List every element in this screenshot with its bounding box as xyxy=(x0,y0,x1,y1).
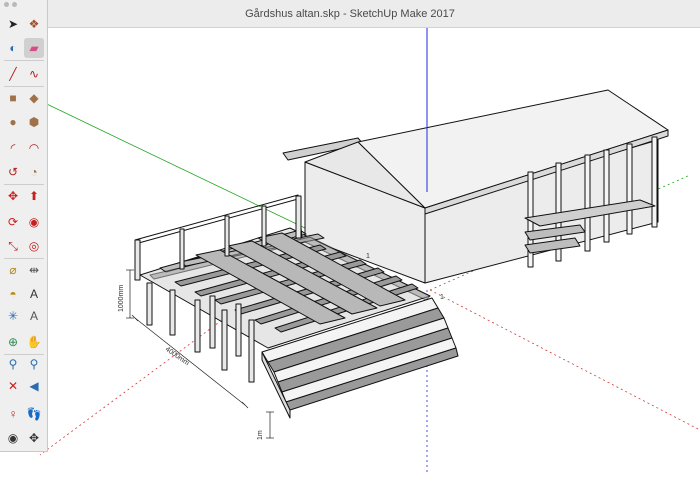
pie-tool-icon[interactable]: ◔ xyxy=(24,162,44,182)
walk-tool-icon[interactable]: 👣 xyxy=(24,404,44,424)
position-camera-icon[interactable]: ♀ xyxy=(3,404,23,424)
window-titlebar[interactable]: Gårdshus altan.skp - SketchUp Make 2017 xyxy=(0,0,700,28)
text-tool-icon[interactable]: A xyxy=(24,284,44,304)
protractor-icon[interactable]: ◓ xyxy=(3,284,23,304)
zoom-window-icon[interactable]: ⚲ xyxy=(24,354,44,374)
zoom-tool-icon[interactable]: ⚲ xyxy=(3,354,23,374)
dimension-tag-2: 1 xyxy=(440,294,444,301)
palette-separator xyxy=(4,184,44,185)
paint-bucket-icon[interactable]: ◐ xyxy=(3,38,23,58)
rotated-rectangle-icon[interactable]: ◆ xyxy=(24,88,44,108)
3d-text-icon[interactable]: A xyxy=(24,306,44,326)
two-point-arc-icon[interactable]: ◠ xyxy=(24,138,44,158)
palette-separator xyxy=(4,60,44,61)
section-plane-icon[interactable]: ✥ xyxy=(24,428,44,448)
dimension-height-label: 1000mm xyxy=(118,285,125,312)
green-axis xyxy=(27,94,331,241)
make-component-icon[interactable]: ❖ xyxy=(24,14,44,34)
minimize-dot[interactable] xyxy=(12,2,17,7)
line-tool-icon[interactable]: ╱ xyxy=(3,64,23,84)
rectangle-tool-icon[interactable]: ■ xyxy=(3,88,23,108)
move-tool-icon[interactable]: ✥ xyxy=(3,186,23,206)
circle-tool-icon[interactable]: ● xyxy=(3,112,23,132)
dimension-tag-1: 1 xyxy=(366,253,370,260)
select-tool-icon[interactable]: ➤ xyxy=(3,14,23,34)
previous-view-icon[interactable]: ◀ xyxy=(24,376,44,396)
palette-titlebar[interactable] xyxy=(2,2,44,8)
eraser-icon[interactable]: ▰ xyxy=(24,38,44,58)
push-pull-icon[interactable]: ⬆ xyxy=(24,186,44,206)
palette-separator xyxy=(4,354,44,355)
three-point-arc-icon[interactable]: ↺ xyxy=(3,162,23,182)
tape-measure-icon[interactable]: ⌀ xyxy=(3,260,23,280)
window-title: Gårdshus altan.skp - SketchUp Make 2017 xyxy=(245,8,455,20)
pan-tool-icon[interactable]: ✋ xyxy=(24,332,44,352)
look-around-icon[interactable]: ◉ xyxy=(3,428,23,448)
palette-separator xyxy=(4,258,44,259)
offset-tool-icon[interactable]: ◎ xyxy=(24,236,44,256)
arc-tool-icon[interactable]: ◜ xyxy=(3,138,23,158)
dimension-tool-icon[interactable]: ⇹ xyxy=(24,260,44,280)
zoom-extents-icon[interactable]: ✕ xyxy=(3,376,23,396)
polygon-tool-icon[interactable]: ⬢ xyxy=(24,112,44,132)
freehand-tool-icon[interactable]: ∿ xyxy=(24,64,44,84)
follow-me-icon[interactable]: ◉ xyxy=(24,212,44,232)
scale-tool-icon[interactable]: ⤡ xyxy=(3,236,23,256)
palette-separator xyxy=(4,86,44,87)
orbit-tool-icon[interactable]: ⊕ xyxy=(3,332,23,352)
dimension-step-label: 1m xyxy=(257,430,264,440)
close-dot[interactable] xyxy=(4,2,9,7)
dimension-length-label: 4000mm xyxy=(164,346,190,367)
rotate-tool-icon[interactable]: ⟳ xyxy=(3,212,23,232)
model-drawing[interactable]: 1000mm 4000mm 1m 1 1 xyxy=(0,28,700,475)
model-viewport[interactable]: 1000mm 4000mm 1m 1 1 xyxy=(0,28,700,475)
axes-tool-icon[interactable]: ✳ xyxy=(3,306,23,326)
large-tool-set-palette[interactable]: ➤ ❖ ◐ ▰ ╱ ∿ ■ ◆ ● ⬢ ◜ ◠ ↺ ◔ ✥ ⬆ ⟳ ◉ ⤡ ◎ ⌀ ⇹ ◓ A ✳ A ⊕ ✋ ⚲ ⚲ ✕ ◀ ♀ 👣 ◉ ✥ xyxy=(0,0,48,452)
red-axis-dotted-right xyxy=(429,289,700,431)
